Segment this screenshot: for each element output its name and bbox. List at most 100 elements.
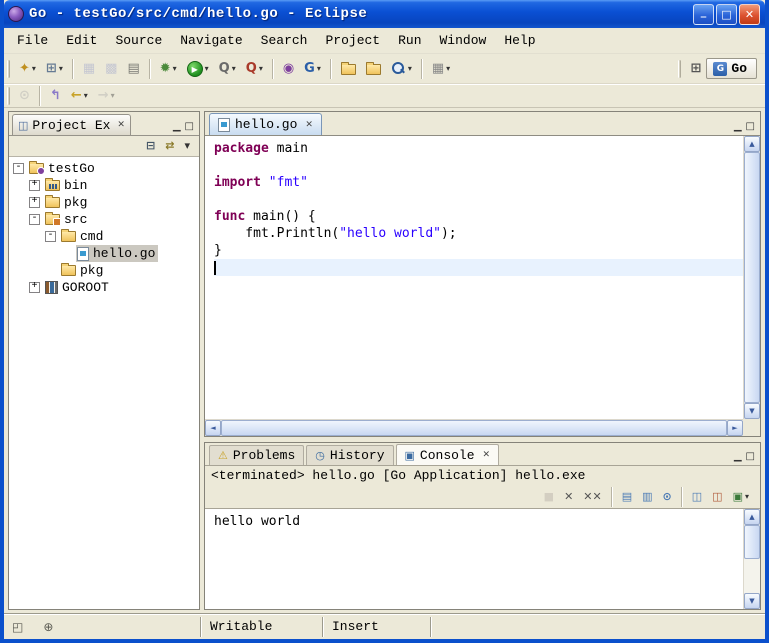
minimize-view-button[interactable]: ▁ xyxy=(734,451,742,463)
chevron-down-icon[interactable]: ▾ xyxy=(232,64,236,73)
code-line[interactable]: fmt.Println("hello world"); xyxy=(214,225,743,242)
scrollbar-track[interactable] xyxy=(744,559,760,593)
back-button[interactable]: ←▾ xyxy=(67,85,92,107)
open-console-button[interactable]: ▣▾ xyxy=(729,487,753,506)
code-line[interactable]: import "fmt" xyxy=(214,174,743,191)
code-line[interactable] xyxy=(214,259,743,276)
tree-item-row[interactable]: hello.go xyxy=(76,245,158,262)
menu-window[interactable]: Window xyxy=(431,30,496,51)
menu-help[interactable]: Help xyxy=(495,30,544,51)
scroll-left-icon[interactable]: ◄ xyxy=(205,420,221,436)
tree-item-cmd[interactable]: -cmd xyxy=(9,228,199,245)
chevron-down-icon[interactable]: ▾ xyxy=(84,91,88,100)
last-edit-location-button[interactable]: ↰ xyxy=(46,85,65,107)
close-icon[interactable]: ✕ xyxy=(305,120,313,130)
code-line[interactable]: } xyxy=(214,242,743,259)
show-console-stderr-button[interactable]: ◫ xyxy=(708,487,726,506)
tree-item-hello.go[interactable]: hello.go xyxy=(9,245,199,262)
code-line[interactable]: package main xyxy=(214,140,743,157)
new-go-project-button[interactable]: ⊞▾ xyxy=(42,58,67,80)
tree-expander-icon[interactable]: - xyxy=(29,214,40,225)
toolbar-grip[interactable] xyxy=(7,60,10,78)
clear-console-button[interactable]: ▤ xyxy=(618,487,636,506)
external-tools-button[interactable]: Q▾ xyxy=(242,58,267,80)
close-icon[interactable]: ✕ xyxy=(483,450,491,460)
toolbar-grip[interactable] xyxy=(678,60,681,78)
profile-button[interactable]: Q▾ xyxy=(215,58,240,80)
tree-item-row[interactable]: pkg xyxy=(44,194,90,211)
debug-button[interactable]: ✹▾ xyxy=(156,58,181,80)
console-vertical-scrollbar[interactable]: ▲ ▼ xyxy=(743,509,760,609)
tree-item-row[interactable]: bin xyxy=(44,177,90,194)
minimize-button[interactable]: _ xyxy=(693,4,714,25)
tree-expander-icon[interactable]: + xyxy=(29,197,40,208)
minimize-view-button[interactable]: ▁ xyxy=(173,121,181,133)
scrollbar-thumb[interactable] xyxy=(744,152,760,403)
chevron-down-icon[interactable]: ▾ xyxy=(317,64,321,73)
tab-console[interactable]: ▣Console✕ xyxy=(396,444,500,465)
new-go-package-button[interactable]: ◉ xyxy=(279,58,298,80)
menu-search[interactable]: Search xyxy=(252,30,317,51)
toggle-annotations-button[interactable]: ▦▾ xyxy=(428,58,454,80)
close-button[interactable]: ✕ xyxy=(739,4,760,25)
chevron-down-icon[interactable]: ▾ xyxy=(59,64,63,73)
tree-item-pkg[interactable]: + pkg xyxy=(9,194,199,211)
scroll-up-icon[interactable]: ▲ xyxy=(744,509,760,525)
maximize-button[interactable]: □ xyxy=(716,4,737,25)
tree-expander-icon[interactable]: + xyxy=(29,282,40,293)
chevron-down-icon[interactable]: ▾ xyxy=(408,64,412,73)
fast-view-button[interactable]: ◰ xyxy=(12,620,23,634)
minimize-view-button[interactable]: ▁ xyxy=(734,121,742,133)
toolbar-grip[interactable] xyxy=(7,87,10,105)
tree-item-pkg[interactable]: pkg xyxy=(9,262,199,279)
search-button[interactable]: ▾ xyxy=(387,58,416,80)
scroll-up-icon[interactable]: ▲ xyxy=(744,136,760,152)
open-perspective-button[interactable]: ⊞ xyxy=(686,58,705,80)
title-bar[interactable]: Go - testGo/src/cmd/hello.go - Eclipse _… xyxy=(4,0,765,28)
scroll-down-icon[interactable]: ▼ xyxy=(744,593,760,609)
menu-project[interactable]: Project xyxy=(316,30,389,51)
menu-source[interactable]: Source xyxy=(106,30,171,51)
tree-item-src[interactable]: -src xyxy=(9,211,199,228)
view-menu-button[interactable]: ▾ xyxy=(180,137,194,155)
chevron-down-icon[interactable]: ▾ xyxy=(111,91,115,100)
tree-item-row[interactable]: pkg xyxy=(60,262,106,279)
chevron-down-icon[interactable]: ▾ xyxy=(32,64,36,73)
pin-console-button[interactable]: ⊙ xyxy=(659,487,676,506)
editor-vertical-scrollbar[interactable]: ▲ ▼ xyxy=(743,136,760,419)
editor-horizontal-scrollbar[interactable]: ◄ ► xyxy=(205,419,743,436)
scrollbar-thumb[interactable] xyxy=(221,420,727,436)
link-with-editor-button[interactable]: ⇄ xyxy=(161,137,178,155)
show-console-stdout-button[interactable]: ◫ xyxy=(688,487,706,506)
maximize-view-button[interactable]: □ xyxy=(746,121,755,133)
menu-navigate[interactable]: Navigate xyxy=(171,30,251,51)
collapse-all-button[interactable]: ⊟ xyxy=(142,137,159,155)
new-go-file-button[interactable]: G▾ xyxy=(300,58,325,80)
tree-expander-icon[interactable]: - xyxy=(45,231,56,242)
go-perspective-button[interactable]: G Go xyxy=(706,58,757,79)
new-wizard-button[interactable]: ✦▾ xyxy=(15,58,40,80)
tree-item-row[interactable]: testGo xyxy=(28,160,98,177)
add-fast-view-button[interactable]: ⊕ xyxy=(43,620,53,634)
maximize-view-button[interactable]: □ xyxy=(185,121,194,133)
code-line[interactable] xyxy=(214,157,743,174)
tree-item-row[interactable]: cmd xyxy=(60,228,106,245)
print-button[interactable]: ▤ xyxy=(123,58,143,80)
tree-item-testGo[interactable]: -testGo xyxy=(9,160,199,177)
chevron-down-icon[interactable]: ▾ xyxy=(173,64,177,73)
open-resource-button[interactable] xyxy=(362,58,385,80)
tree-expander-icon[interactable]: + xyxy=(29,180,40,191)
menu-run[interactable]: Run xyxy=(389,30,430,51)
chevron-down-icon[interactable]: ▾ xyxy=(259,64,263,73)
code-area[interactable]: package mainimport "fmt"func main() { fm… xyxy=(205,136,743,419)
tree-item-row[interactable]: GOROOT xyxy=(44,279,112,296)
tree-expander-icon[interactable]: - xyxy=(13,163,24,174)
close-icon[interactable]: ✕ xyxy=(117,120,125,130)
tree-item-GOROOT[interactable]: + GOROOT xyxy=(9,279,199,296)
menu-file[interactable]: File xyxy=(8,30,57,51)
scrollbar-thumb[interactable] xyxy=(744,525,760,559)
remove-launch-button[interactable]: ✕ xyxy=(560,487,577,506)
tab-problems[interactable]: ⚠Problems xyxy=(209,445,304,465)
scroll-right-icon[interactable]: ► xyxy=(727,420,743,436)
code-line[interactable] xyxy=(214,191,743,208)
